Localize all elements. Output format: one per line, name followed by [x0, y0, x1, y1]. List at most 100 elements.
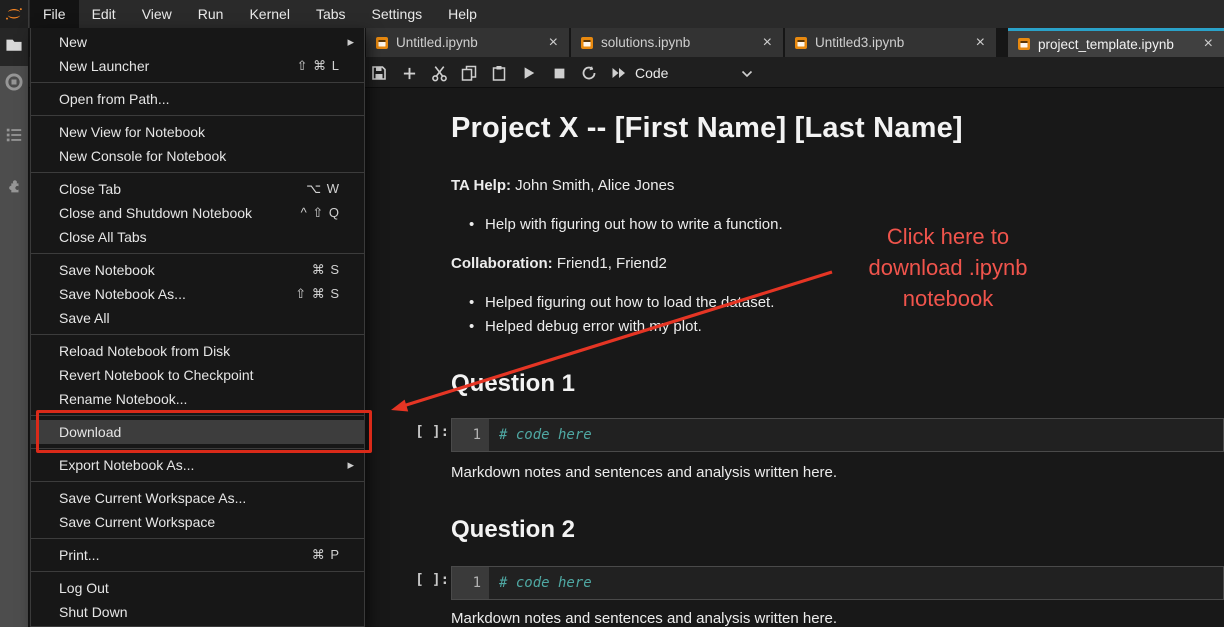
markdown-cell[interactable]: Markdown notes and sentences and analysi…	[451, 464, 837, 481]
main-menu-bar: File Edit View Run Kernel Tabs Settings …	[0, 0, 1224, 28]
run-all-cells-icon[interactable]	[607, 61, 631, 85]
menu-separator	[31, 253, 364, 254]
cell-prompt: [ ]:	[405, 424, 449, 440]
copy-cells-icon[interactable]	[457, 61, 481, 85]
stop-kernel-icon[interactable]	[547, 61, 571, 85]
code-editor-line[interactable]: # code here	[489, 567, 1223, 599]
question-1-heading: Question 1	[451, 370, 575, 398]
menu-item-export-notebook-as[interactable]: Export Notebook As... ▸	[31, 453, 364, 477]
notebook-icon	[794, 36, 808, 50]
ta-help-line: TA Help: John Smith, Alice Jones	[451, 177, 674, 194]
tab-untitled3-ipynb[interactable]: Untitled3.ipynb ×	[785, 28, 996, 57]
stop-circle-icon	[4, 72, 24, 97]
menu-view[interactable]: View	[129, 0, 185, 28]
close-icon[interactable]: ×	[973, 34, 988, 52]
menu-edit[interactable]: Edit	[79, 0, 129, 28]
save-icon[interactable]	[367, 61, 391, 85]
menu-separator	[31, 481, 364, 482]
close-icon[interactable]: ×	[1201, 35, 1216, 53]
sidebar-item-extension-manager[interactable]	[0, 178, 28, 201]
menu-item-revert-notebook-to-checkpoint[interactable]: Revert Notebook to Checkpoint	[31, 363, 364, 387]
question-2-heading: Question 2	[451, 516, 575, 544]
notebook-icon	[1017, 37, 1031, 51]
line-number: 1	[452, 567, 489, 599]
jupyterlab-window: Project X -- [First Name] [Last Name] TA…	[0, 0, 1224, 627]
jupyter-logo	[0, 0, 29, 28]
menu-item-save-current-workspace[interactable]: Save Current Workspace	[31, 510, 364, 534]
collaboration-line: Collaboration: Friend1, Friend2	[451, 255, 667, 272]
bullet-icon: •	[469, 216, 485, 233]
menu-file[interactable]: File	[30, 0, 79, 28]
cell-type-dropdown[interactable]: Code	[629, 57, 759, 88]
restart-kernel-icon[interactable]	[577, 61, 601, 85]
ta-help-label: TA Help:	[451, 177, 511, 194]
annotation-highlight-box	[36, 410, 372, 453]
list-item: • Helped figuring out how to load the da…	[469, 294, 774, 311]
menu-item-open-from-path[interactable]: Open from Path...	[31, 87, 364, 111]
menu-item-save-all[interactable]: Save All	[31, 306, 364, 330]
tab-solutions-ipynb[interactable]: solutions.ipynb ×	[571, 28, 783, 57]
menu-item-new-console-for-notebook[interactable]: New Console for Notebook	[31, 144, 364, 168]
menu-kernel[interactable]: Kernel	[236, 0, 302, 28]
folder-icon	[5, 37, 23, 58]
menu-tabs[interactable]: Tabs	[303, 0, 359, 28]
sidebar-item-running-sessions[interactable]	[0, 72, 28, 97]
menu-item-new-launcher[interactable]: New Launcher ⇧ ⌘ L	[31, 54, 364, 78]
menu-item-close-tab[interactable]: Close Tab ⌥ W	[31, 177, 364, 201]
menu-item-rename-notebook[interactable]: Rename Notebook...	[31, 387, 364, 411]
menu-item-print[interactable]: Print... ⌘ P	[31, 543, 364, 567]
menu-item-reload-notebook-from-disk[interactable]: Reload Notebook from Disk	[31, 339, 364, 363]
cell-type-value: Code	[635, 65, 668, 81]
cut-cells-icon[interactable]	[427, 61, 451, 85]
collaboration-value: Friend1, Friend2	[557, 255, 667, 272]
menu-settings[interactable]: Settings	[359, 0, 436, 28]
menu-item-log-out[interactable]: Log Out	[31, 576, 364, 600]
menu-item-shut-down[interactable]: Shut Down	[31, 600, 364, 624]
paste-cells-icon[interactable]	[487, 61, 511, 85]
menu-item-save-notebook-as[interactable]: Save Notebook As... ⇧ ⌘ S	[31, 282, 364, 306]
submenu-arrow-icon: ▸	[347, 457, 354, 473]
notebook-icon	[580, 36, 594, 50]
bullet-icon: •	[469, 294, 485, 311]
menu-separator	[31, 334, 364, 335]
menu-separator	[31, 172, 364, 173]
markdown-cell[interactable]: Markdown notes and sentences and analysi…	[451, 610, 837, 627]
menu-separator	[31, 115, 364, 116]
puzzle-icon	[5, 178, 23, 201]
menu-item-close-all-tabs[interactable]: Close All Tabs	[31, 225, 364, 249]
menu-item-save-notebook[interactable]: Save Notebook ⌘ S	[31, 258, 364, 282]
list-item: • Helped debug error with my plot.	[469, 318, 702, 335]
notebook-title: Project X -- [First Name] [Last Name]	[451, 112, 963, 145]
add-cell-icon[interactable]	[397, 61, 421, 85]
sidebar-item-table-of-contents[interactable]	[0, 126, 28, 149]
code-cell[interactable]: 1 # code here	[451, 566, 1224, 600]
list-icon	[5, 126, 23, 149]
left-sidebar	[0, 28, 29, 627]
menu-help[interactable]: Help	[435, 0, 490, 28]
submenu-arrow-icon: ▸	[347, 34, 354, 50]
annotation-text: Click here to download .ipynb notebook	[828, 221, 1068, 314]
menu-run[interactable]: Run	[185, 0, 237, 28]
menu-item-save-current-workspace-as[interactable]: Save Current Workspace As...	[31, 486, 364, 510]
code-editor-line[interactable]: # code here	[489, 419, 1223, 451]
close-icon[interactable]: ×	[546, 34, 561, 52]
collaboration-label: Collaboration:	[451, 255, 553, 272]
menu-item-new-view-for-notebook[interactable]: New View for Notebook	[31, 120, 364, 144]
list-item: • Help with figuring out how to write a …	[469, 216, 783, 233]
file-menu-dropdown: New ▸ New Launcher ⇧ ⌘ L Open from Path.…	[30, 28, 365, 627]
run-cell-icon[interactable]	[517, 61, 541, 85]
menu-item-new[interactable]: New ▸	[31, 30, 364, 54]
menu-separator	[31, 82, 364, 83]
code-cell[interactable]: 1 # code here	[451, 418, 1224, 452]
bullet-icon: •	[469, 318, 485, 335]
close-icon[interactable]: ×	[760, 34, 775, 52]
notebook-icon	[375, 36, 389, 50]
tab-project-template-ipynb[interactable]: project_template.ipynb ×	[1008, 28, 1224, 57]
ta-help-value: John Smith, Alice Jones	[515, 177, 674, 194]
line-number: 1	[452, 419, 489, 451]
cell-prompt: [ ]:	[405, 572, 449, 588]
sidebar-item-filebrowser[interactable]	[0, 28, 28, 66]
menu-separator	[31, 571, 364, 572]
menu-item-close-and-shutdown-notebook[interactable]: Close and Shutdown Notebook ^ ⇧ Q	[31, 201, 364, 225]
tab-untitled-ipynb[interactable]: Untitled.ipynb ×	[366, 28, 569, 57]
